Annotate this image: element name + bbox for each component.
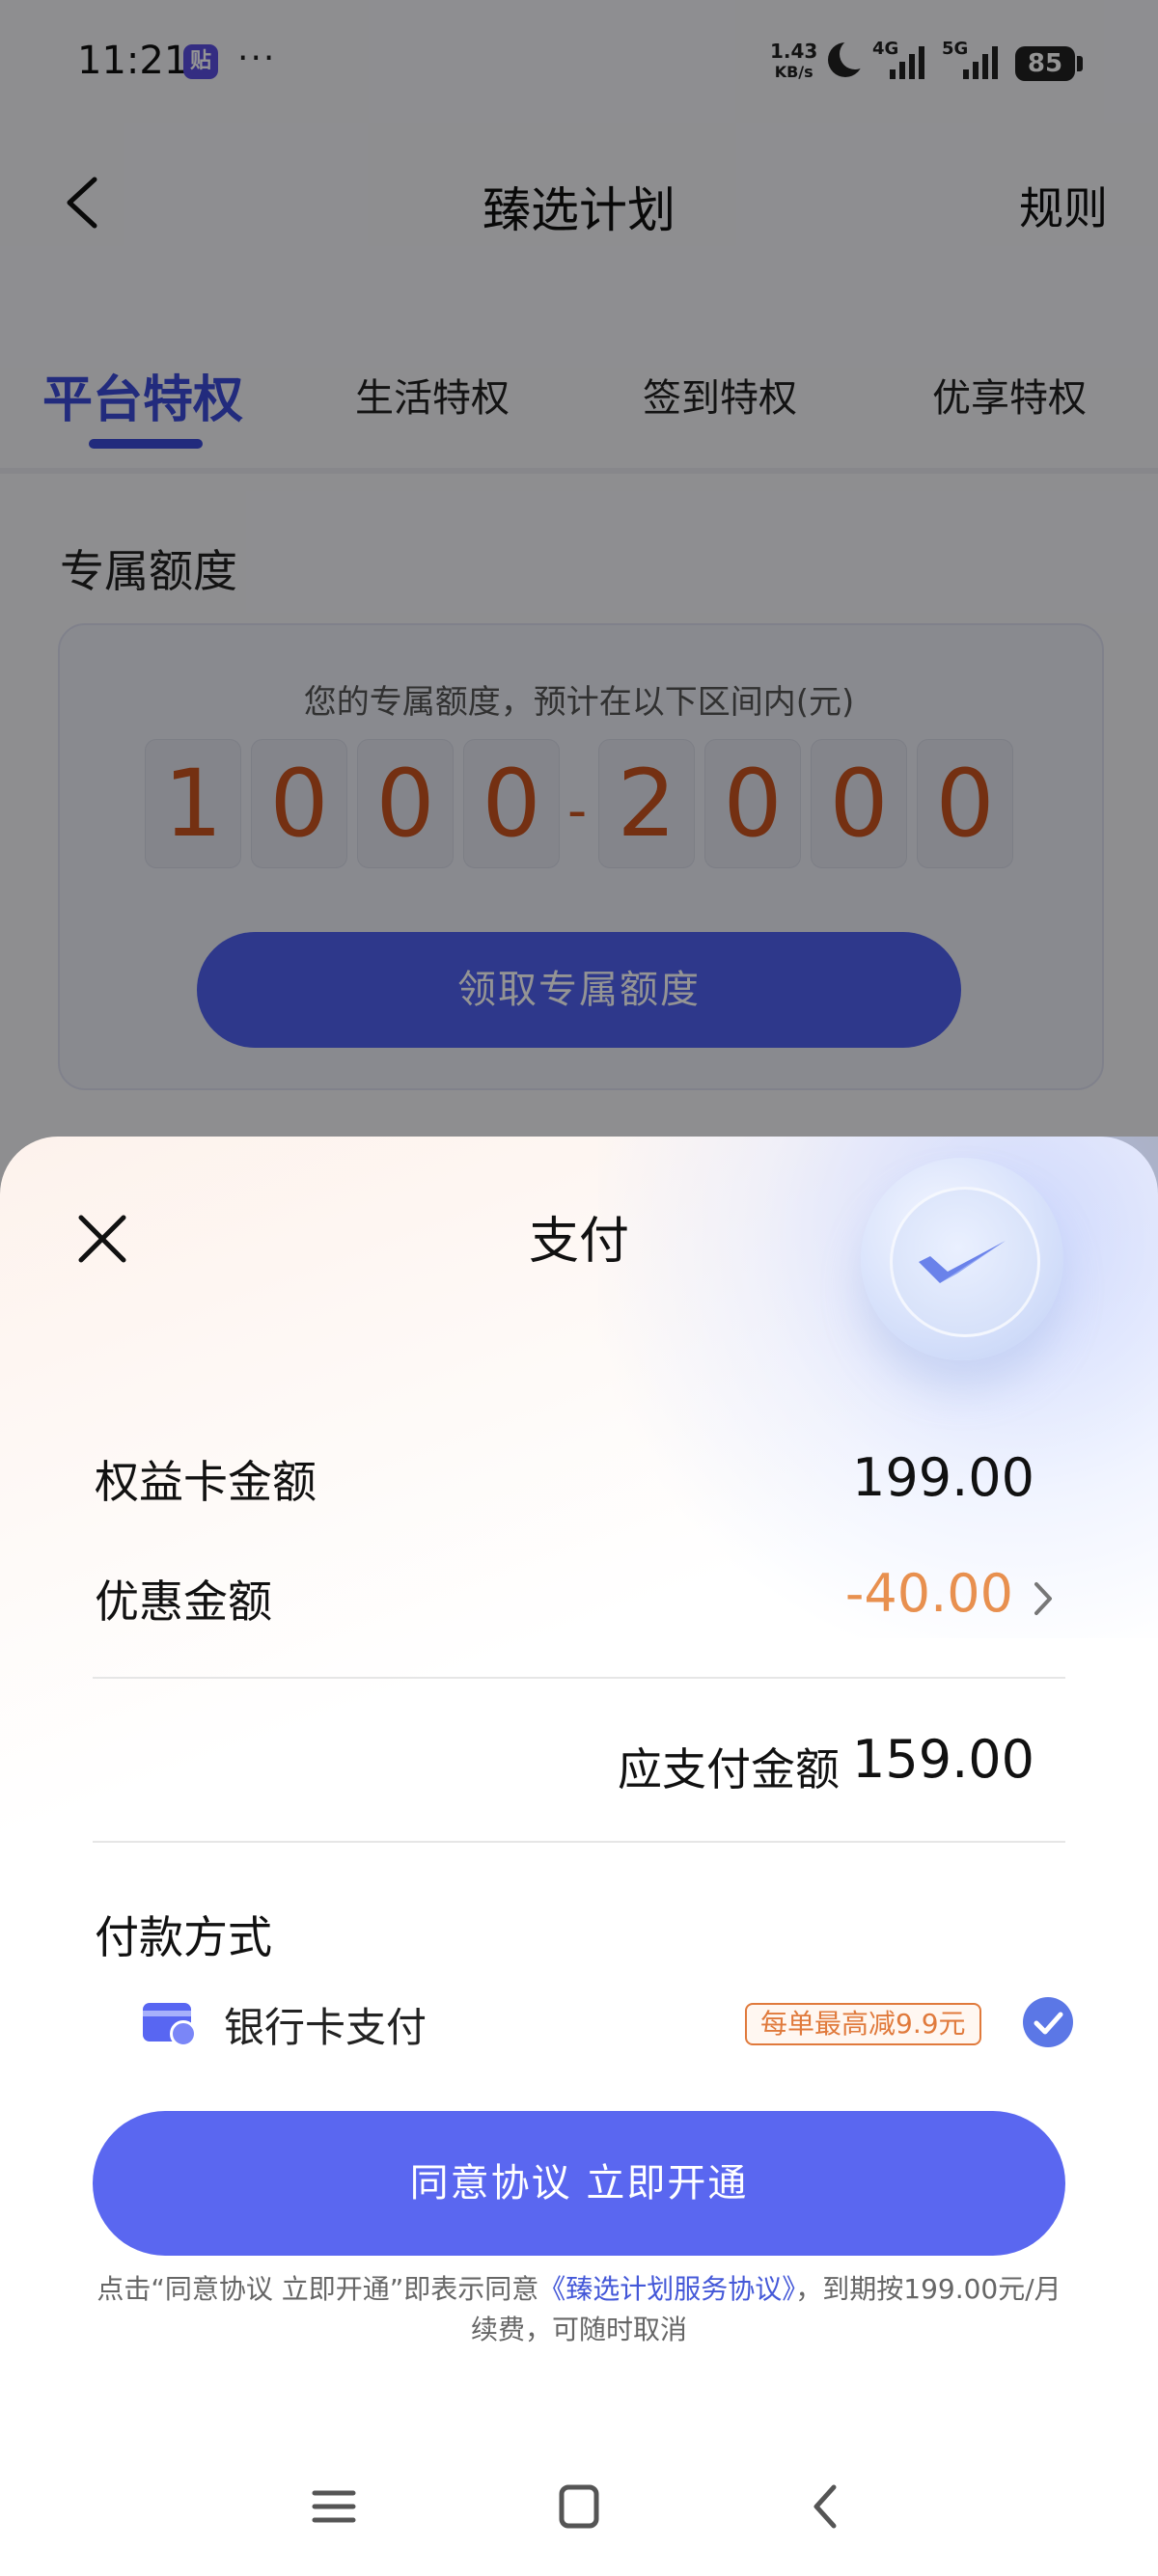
- menu-icon[interactable]: [305, 2480, 363, 2534]
- discount-label: 优惠金额: [95, 1576, 272, 1628]
- home-icon[interactable]: [550, 2480, 608, 2534]
- card-amount-value: 199.00: [852, 1447, 1034, 1508]
- divider: [93, 1677, 1065, 1679]
- payable-label: 应支付金额: [618, 1743, 840, 1795]
- payment-method-title: 付款方式: [95, 1911, 272, 1963]
- selected-check-icon[interactable]: [1023, 1997, 1073, 2047]
- agreement-prefix: 点击“同意协议 立即开通”即表示同意: [96, 2273, 539, 2305]
- discount-value[interactable]: -40.00: [845, 1563, 1013, 1624]
- sheet-title: 支付: [528, 1213, 629, 1271]
- app-page: 11:21 贴 ··· 1.43 KB/s 4G 5G 85 臻选计划 规则 平…: [0, 0, 1158, 2576]
- agreement-notice: 点击“同意协议 立即开通”即表示同意《臻选计划服务协议》，到期按199.00元/…: [93, 2269, 1065, 2350]
- bank-card-payment-label[interactable]: 银行卡支付: [224, 1995, 427, 2054]
- chevron-right-icon[interactable]: [1029, 1578, 1058, 1619]
- service-agreement-link[interactable]: 《臻选计划服务协议》: [538, 2273, 795, 2305]
- payable-value: 159.00: [852, 1729, 1034, 1790]
- bank-card-icon: [143, 2003, 197, 2047]
- promo-badge: 每单最高减9.9元: [745, 2003, 981, 2045]
- divider: [93, 1841, 1065, 1843]
- card-amount-label: 权益卡金额: [95, 1456, 317, 1508]
- agree-and-activate-button[interactable]: 同意协议 立即开通: [93, 2111, 1065, 2256]
- system-back-icon[interactable]: [797, 2480, 855, 2534]
